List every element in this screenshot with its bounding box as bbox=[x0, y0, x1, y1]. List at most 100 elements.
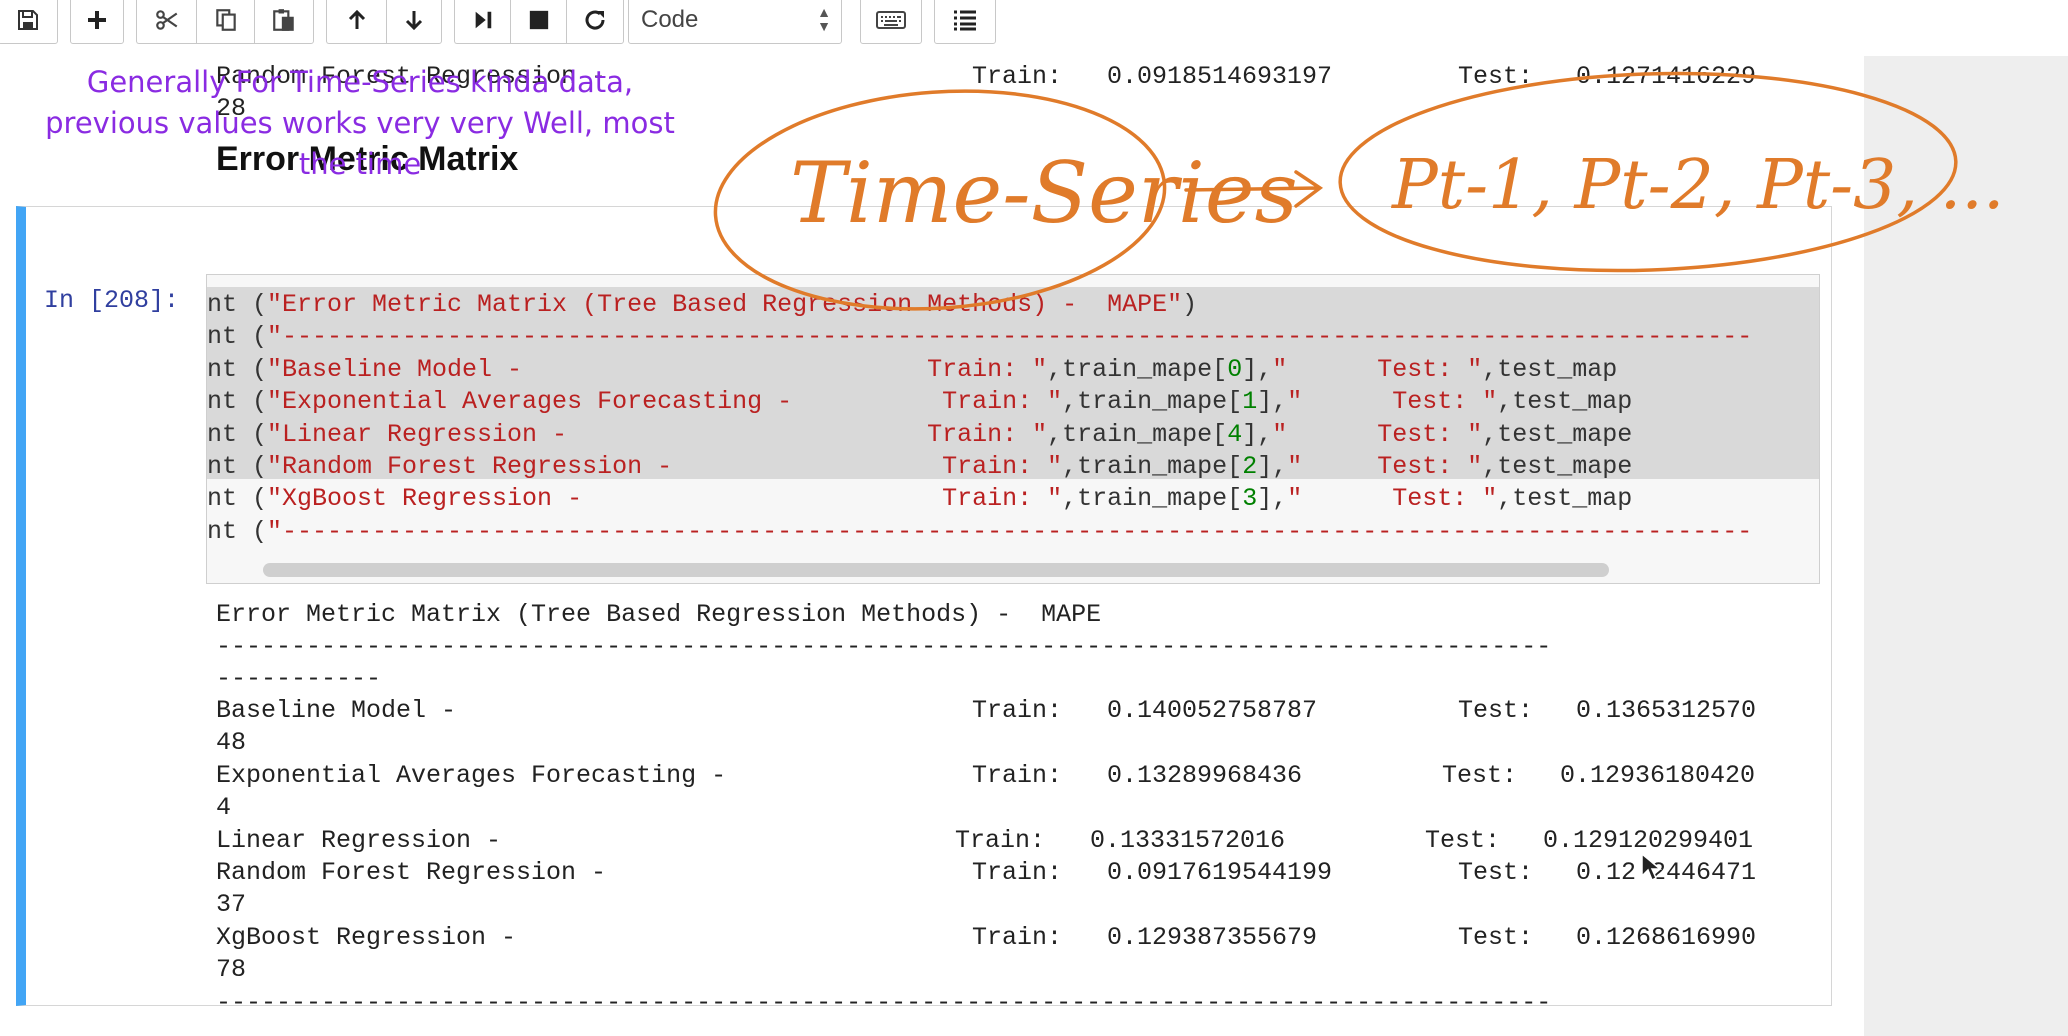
plus-icon bbox=[88, 11, 106, 29]
code-token: " Test: " bbox=[1287, 484, 1498, 514]
output-row-train-value: 0.140052758787 bbox=[1107, 696, 1318, 725]
cut-button[interactable] bbox=[136, 0, 196, 44]
code-line: nt ("Linear Regression - Train: ",train_… bbox=[207, 419, 1632, 451]
code-token: ,test_mape bbox=[1482, 452, 1633, 481]
output-row-name: XgBoost Regression - bbox=[216, 923, 517, 952]
code-token: ], bbox=[1242, 354, 1273, 384]
output-row-wrap: 37 bbox=[216, 890, 247, 919]
arrow-down-icon bbox=[405, 11, 423, 31]
code-token: ) bbox=[1182, 290, 1198, 319]
cell-input-area[interactable]: nt ("Error Metric Matrix (Tree Based Reg… bbox=[206, 274, 1820, 584]
keyboard-shortcuts-button[interactable] bbox=[860, 0, 922, 44]
prev-output-test-value: 0.1271416229 bbox=[1576, 62, 1757, 91]
code-token: ], bbox=[1242, 419, 1273, 449]
paste-icon bbox=[273, 9, 294, 31]
output-row-train-label: Train: bbox=[955, 826, 1046, 855]
output-row-wrap: 4 bbox=[216, 793, 232, 822]
code-token: ,test_map bbox=[1497, 387, 1633, 417]
prev-output-test-label: Test: bbox=[1458, 62, 1534, 91]
command-palette-icon bbox=[954, 10, 976, 31]
prev-output-train-value: 0.0918514693197 bbox=[1107, 62, 1333, 91]
insert-cell-button[interactable] bbox=[70, 0, 124, 44]
code-token: ,train_mape[ bbox=[1047, 419, 1228, 449]
code-token: " Test: " bbox=[1287, 452, 1483, 481]
save-icon bbox=[18, 10, 38, 30]
code-line: nt ("Baseline Model - Train: ",train_map… bbox=[207, 354, 1617, 386]
run-step-icon bbox=[475, 11, 491, 29]
select-caret-icon: ▲ ▼ bbox=[817, 4, 831, 34]
code-token: ], bbox=[1257, 387, 1288, 417]
code-token: ,test_map bbox=[1482, 354, 1618, 384]
output-row-wrap: 48 bbox=[216, 728, 247, 757]
save-button[interactable] bbox=[0, 0, 58, 44]
interrupt-button[interactable] bbox=[510, 0, 566, 44]
paste-button[interactable] bbox=[254, 0, 314, 44]
code-token: ,train_mape[ bbox=[1062, 484, 1243, 514]
output-row-train-value: 0.13289968436 bbox=[1107, 761, 1303, 790]
code-token: "XgBoost Regression - Train: " bbox=[267, 484, 1063, 514]
output-row-test-value: 0.1268616990 bbox=[1576, 923, 1757, 952]
notebook-toolbar: Code ▲ ▼ bbox=[0, 0, 2068, 56]
arrow-up-icon bbox=[348, 9, 365, 29]
output-row-test-value: 0.1365312570 bbox=[1576, 696, 1757, 725]
code-token: " Test: " bbox=[1272, 419, 1483, 449]
cell-prompt: In [208]: bbox=[44, 286, 180, 315]
code-line: nt ("Error Metric Matrix (Tree Based Reg… bbox=[207, 289, 1197, 321]
cell-type-value: Code bbox=[641, 6, 699, 33]
output-row-test-value: 0.12936180420 bbox=[1560, 761, 1756, 790]
horizontal-scrollbar[interactable] bbox=[263, 563, 1609, 577]
copy-button[interactable] bbox=[196, 0, 254, 44]
stop-icon bbox=[529, 10, 548, 30]
code-token: nt ( bbox=[207, 322, 268, 352]
output-row-test-value: 0.12 2446471 bbox=[1576, 858, 1757, 887]
code-line: nt ("XgBoost Regression - Train: ",train… bbox=[207, 483, 1632, 515]
annotation-note: Generally For Time-Series kinda data, pr… bbox=[45, 65, 675, 181]
code-token: "Exponential Averages Forecasting - Trai… bbox=[267, 387, 1063, 417]
code-token: ,train_mape[ bbox=[1062, 387, 1243, 417]
move-up-button[interactable] bbox=[326, 0, 386, 44]
code-line: nt ("Random Forest Regression - Train: "… bbox=[207, 451, 1632, 483]
code-token: nt ( bbox=[207, 484, 268, 514]
code-token: ,train_mape[ bbox=[1047, 354, 1228, 384]
output-divider-bottom: ----------------------------------------… bbox=[216, 988, 1552, 1017]
code-token: nt ( bbox=[207, 354, 268, 384]
code-token: 0 bbox=[1227, 354, 1243, 384]
keyboard-icon bbox=[876, 11, 906, 29]
output-row-test-label: Test: bbox=[1425, 826, 1501, 855]
move-down-button[interactable] bbox=[386, 0, 442, 44]
output-title: Error Metric Matrix (Tree Based Regressi… bbox=[216, 600, 1102, 629]
code-token: 4 bbox=[1227, 419, 1243, 449]
code-token: nt ( bbox=[207, 452, 268, 481]
code-token: " Test: " bbox=[1272, 354, 1483, 384]
code-line: nt ("-----------------------------------… bbox=[207, 321, 1752, 353]
output-row-train-value: 0.13331572016 bbox=[1090, 826, 1286, 855]
run-button[interactable] bbox=[454, 0, 510, 44]
copy-icon bbox=[215, 9, 236, 31]
output-row-train-label: Train: bbox=[972, 761, 1063, 790]
code-token: "---------------------------------------… bbox=[267, 322, 1753, 352]
code-token: ,test_map bbox=[1497, 484, 1633, 514]
output-row-train-label: Train: bbox=[972, 923, 1063, 952]
output-row-name: Linear Regression - bbox=[216, 826, 502, 855]
prev-output-train-label: Train: bbox=[972, 62, 1063, 91]
cut-icon bbox=[155, 10, 177, 30]
command-palette-button[interactable] bbox=[934, 0, 996, 44]
code-token: ], bbox=[1257, 484, 1288, 514]
restart-button[interactable] bbox=[566, 0, 624, 44]
page-gutter bbox=[1864, 56, 2068, 1036]
cell-type-select[interactable]: Code ▲ ▼ bbox=[628, 0, 842, 44]
code-token: "---------------------------------------… bbox=[267, 516, 1753, 546]
code-token: ,test_mape bbox=[1482, 419, 1633, 449]
code-token: 2 bbox=[1242, 452, 1258, 481]
output-divider: ----------------------------------------… bbox=[216, 632, 1552, 661]
output-row-test-label: Test: bbox=[1442, 761, 1518, 790]
code-token: ,train_mape[ bbox=[1062, 452, 1243, 481]
output-row-name: Baseline Model - bbox=[216, 696, 457, 725]
output-row-test-label: Test: bbox=[1458, 923, 1534, 952]
code-token: nt ( bbox=[207, 290, 268, 319]
output-row-name: Exponential Averages Forecasting - bbox=[216, 761, 727, 790]
code-token: 3 bbox=[1242, 484, 1258, 514]
output-row-name: Random Forest Regression - bbox=[216, 858, 607, 887]
code-line: nt ("Exponential Averages Forecasting - … bbox=[207, 386, 1632, 418]
output-row-train-label: Train: bbox=[972, 858, 1063, 887]
